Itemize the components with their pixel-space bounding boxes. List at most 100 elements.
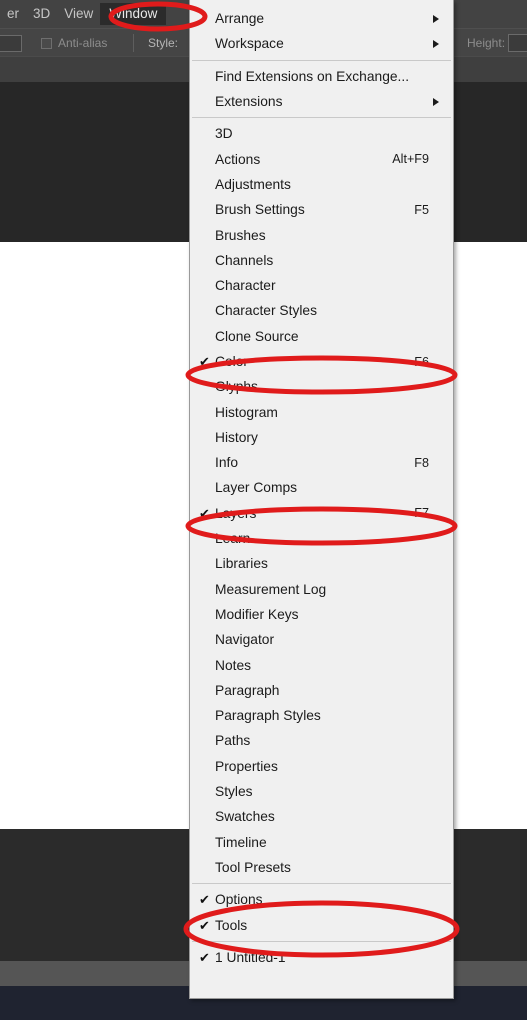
menu-item-3d[interactable]: 3D (190, 121, 453, 146)
menu-item-1-untitled-1[interactable]: ✔ 1 Untitled-1 (190, 945, 453, 970)
menu-item-shortcut: F5 (414, 202, 429, 217)
menu-item-label: Paragraph Styles (215, 708, 321, 724)
menu-item-layers[interactable]: ✔ Layers F7 (190, 501, 453, 526)
menu-item-label: Tools (215, 917, 248, 933)
menu-item-label: Navigator (215, 632, 275, 648)
menu-item-find-extensions-on-exchange[interactable]: Find Extensions on Exchange... (190, 64, 453, 89)
menu-item-brushes[interactable]: Brushes (190, 222, 453, 247)
menu-item-arrange[interactable]: Arrange (190, 6, 453, 31)
menu-item-layer-comps[interactable]: Layer Comps (190, 475, 453, 500)
menu-item-label: Layer Comps (215, 480, 298, 496)
menu-item-label: Extensions (215, 94, 283, 110)
menu-item-navigator[interactable]: Navigator (190, 627, 453, 652)
checkmark-icon: ✔ (199, 354, 210, 369)
height-input[interactable] (508, 34, 527, 52)
menubar-item-view[interactable]: View (57, 0, 100, 28)
menu-item-workspace[interactable]: Workspace (190, 31, 453, 56)
menu-item-label: Character (215, 278, 276, 294)
menu-item-label: Tool Presets (215, 859, 291, 875)
checkmark-icon: ✔ (199, 505, 210, 521)
options-divider (133, 34, 134, 52)
menu-item-channels[interactable]: Channels (190, 248, 453, 273)
menu-item-histogram[interactable]: Histogram (190, 399, 453, 424)
menu-item-label: Workspace (215, 36, 284, 52)
menu-item-modifier-keys[interactable]: Modifier Keys (190, 602, 453, 627)
menu-item-tools[interactable]: ✔ Tools (190, 912, 453, 937)
menu-separator (192, 940, 451, 942)
height-label: Height: (467, 36, 506, 50)
menu-groups: Arrange Workspace Find Extensions on Excha… (190, 6, 453, 970)
menu-item-label: Paragraph (215, 682, 280, 698)
menu-separator (192, 59, 451, 61)
menu-item-paragraph[interactable]: Paragraph (190, 678, 453, 703)
menu-item-timeline[interactable]: Timeline (190, 830, 453, 855)
menu-item-label: Brushes (215, 227, 266, 243)
menu-item-label: Options (215, 892, 263, 908)
menu-item-extensions[interactable]: Extensions (190, 89, 453, 114)
menu-item-label: 1 Untitled-1 (215, 949, 286, 965)
menu-item-brush-settings[interactable]: Brush Settings F5 (190, 197, 453, 222)
window-dropdown-menu[interactable]: Arrange Workspace Find Extensions on Excha… (189, 0, 454, 999)
menu-item-label: Notes (215, 657, 252, 673)
menu-item-label: Learn (215, 531, 251, 547)
menu-bar-items: er 3D View Window (0, 0, 167, 28)
menu-item-shortcut: Alt+F9 (392, 152, 429, 167)
menu-item-info[interactable]: Info F8 (190, 450, 453, 475)
menu-item-color[interactable]: ✔ Color F6 (190, 349, 453, 374)
menu-item-tool-presets[interactable]: Tool Presets (190, 855, 453, 880)
anti-alias-label: Anti-alias (58, 36, 108, 50)
menu-item-label: Swatches (215, 809, 275, 825)
menu-item-label: Arrange (215, 11, 265, 27)
menu-item-label: Adjustments (215, 176, 291, 192)
menu-item-options[interactable]: ✔ Options (190, 887, 453, 912)
menu-item-actions[interactable]: Actions Alt+F9 (190, 146, 453, 171)
menu-item-label: Timeline (215, 834, 267, 850)
checkmark-icon: ✔ (199, 892, 210, 908)
menu-item-shortcut: F7 (414, 506, 429, 521)
menu-item-label: History (215, 429, 258, 445)
menu-item-glyphs[interactable]: Glyphs (190, 374, 453, 399)
menu-item-label: Styles (215, 784, 253, 800)
menu-item-clone-source[interactable]: Clone Source (190, 324, 453, 349)
submenu-arrow-icon (433, 14, 439, 23)
menu-item-label: Histogram (215, 404, 278, 420)
menu-item-paragraph-styles[interactable]: Paragraph Styles (190, 703, 453, 728)
menu-item-label: 3D (215, 126, 233, 142)
menu-item-properties[interactable]: Properties (190, 754, 453, 779)
menu-item-label: Properties (215, 758, 278, 774)
menu-separator (192, 117, 451, 119)
anti-alias-checkbox[interactable] (41, 38, 52, 49)
menu-item-measurement-log[interactable]: Measurement Log (190, 577, 453, 602)
menubar-item-3d[interactable]: 3D (26, 0, 57, 28)
menu-item-character-styles[interactable]: Character Styles (190, 298, 453, 323)
menu-item-label: Character Styles (215, 303, 317, 319)
photoshop-window: Anti-alias Style: Height: er 3D View Window… (0, 0, 527, 1020)
menu-item-styles[interactable]: Styles (190, 779, 453, 804)
menu-item-shortcut: F8 (414, 455, 429, 470)
menu-item-character[interactable]: Character (190, 273, 453, 298)
menu-item-label: Channels (215, 252, 274, 268)
menu-item-notes[interactable]: Notes (190, 652, 453, 677)
menu-item-swatches[interactable]: Swatches (190, 804, 453, 829)
foreground-color-swatch[interactable] (0, 35, 22, 52)
menubar-item-er[interactable]: er (0, 0, 26, 28)
checkmark-icon: ✔ (199, 949, 210, 965)
menu-separator (192, 883, 451, 885)
menu-item-shortcut: F6 (414, 354, 429, 369)
menu-item-paths[interactable]: Paths (190, 728, 453, 753)
menu-item-history[interactable]: History (190, 425, 453, 450)
submenu-arrow-icon (433, 97, 439, 106)
menu-item-label: Find Extensions on Exchange... (215, 68, 410, 84)
menu-item-label: Paths (215, 733, 251, 749)
menu-item-label: Measurement Log (215, 581, 327, 597)
menu-item-label: Clone Source (215, 328, 299, 344)
menu-item-label: Glyphs (215, 379, 258, 395)
menubar-item-window[interactable]: Window (100, 3, 167, 25)
menu-item-libraries[interactable]: Libraries (190, 551, 453, 576)
menu-item-label: Modifier Keys (215, 606, 299, 622)
style-label: Style: (148, 36, 179, 50)
checkmark-icon: ✔ (199, 917, 210, 933)
menu-item-learn[interactable]: Learn (190, 526, 453, 551)
menu-item-label: Libraries (215, 556, 268, 572)
menu-item-adjustments[interactable]: Adjustments (190, 172, 453, 197)
